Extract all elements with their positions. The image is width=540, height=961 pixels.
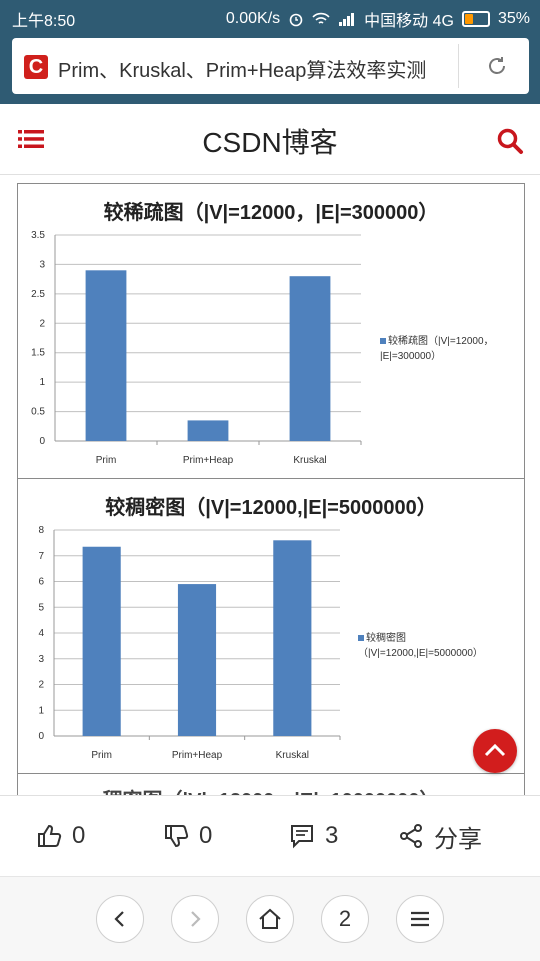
- site-header: CSDN博客: [0, 104, 540, 175]
- browser-nav-bar: 2: [0, 876, 540, 961]
- tab-count: 2: [338, 906, 352, 931]
- battery-percent: 35%: [497, 10, 530, 27]
- menu-button[interactable]: [396, 895, 444, 943]
- chart-next-partial: 稠密图（|V|=12000，|E|=10000000）: [17, 773, 525, 795]
- address-bar[interactable]: C Prim、Kruskal、Prim+Heap算法效率实测: [12, 38, 529, 94]
- status-bar: 上午8:50 0.00K/s 中国移动 4G 35%: [0, 0, 540, 32]
- hamburger-icon: [411, 911, 429, 927]
- y-tick-label: 4: [38, 628, 44, 639]
- x-tick-label: Prim+Heap: [183, 455, 234, 466]
- chart-title-partial: 稠密图（|V|=12000，|E|=10000000）: [18, 784, 524, 795]
- y-tick-label: 0.5: [31, 407, 45, 418]
- chart-legend: 较稀疏图（|V|=12000， |E|=300000）: [380, 334, 494, 364]
- address-bar-title[interactable]: Prim、Kruskal、Prim+Heap算法效率实测: [58, 54, 453, 83]
- legend-text: 较稠密图: [366, 633, 406, 644]
- legend-swatch: [358, 635, 364, 641]
- comment-icon: [291, 825, 313, 849]
- y-tick-label: 6: [38, 577, 44, 588]
- thumbs-down-icon: [165, 825, 189, 848]
- share-icon: [400, 824, 422, 848]
- y-tick-label: 5: [38, 602, 44, 613]
- x-tick-label: Kruskal: [293, 455, 326, 466]
- legend-text: 较稀疏图（|V|=12000，: [388, 336, 494, 347]
- chart-plot: 0 1 2 3 4 5 6 7 8 Prim Prim+Heap Kruskal: [38, 525, 341, 761]
- chevron-right-icon: [191, 911, 201, 927]
- chart-sparse-graph: 较稀疏图（|V|=12000， |E|=300000） 0 0.5 1 1.5 2 2.5 3…: [17, 183, 525, 479]
- thumbs-up-icon: [38, 824, 62, 847]
- legend-line-1: 较稀疏图（|V|=12000，: [380, 334, 494, 349]
- scroll-to-top-button[interactable]: [473, 729, 517, 773]
- x-tick-label: Prim: [96, 455, 117, 466]
- y-tick-label: 3: [38, 654, 44, 665]
- y-tick-label: 8: [38, 525, 44, 536]
- forward-button[interactable]: [171, 895, 219, 943]
- dislike-count: 0: [199, 822, 213, 849]
- chart-legend: 较稠密图 （|V|=12000,|E|=5000000）: [358, 631, 483, 661]
- status-right: 0.00K/s 中国移动 4G 35%: [226, 7, 530, 31]
- y-tick-label: 2: [39, 318, 45, 329]
- like-button[interactable]: 0: [36, 820, 85, 852]
- share-label: 分享: [434, 825, 482, 853]
- chevron-up-icon: [484, 743, 506, 757]
- site-title: CSDN博客: [202, 127, 338, 158]
- y-tick-label: 2: [38, 680, 44, 691]
- y-tick-label: 1: [39, 377, 45, 388]
- bar: [85, 270, 127, 441]
- carrier-label: 中国移动 4G: [364, 13, 454, 30]
- x-tick-label: Kruskal: [276, 750, 309, 761]
- comment-count: 3: [325, 822, 339, 849]
- bar: [177, 584, 217, 736]
- bar: [82, 546, 121, 736]
- legend-line-2: |E|=300000）: [380, 351, 442, 362]
- battery-icon: [461, 11, 490, 27]
- alarm-icon: [289, 13, 303, 27]
- x-tick-label: Prim: [91, 750, 112, 761]
- chevron-left-icon: [114, 911, 124, 927]
- browser-toolbar: C Prim、Kruskal、Prim+Heap算法效率实测: [0, 32, 540, 104]
- legend-line-2: （|V|=12000,|E|=5000000）: [358, 648, 483, 659]
- home-icon: [259, 908, 281, 929]
- wifi-icon: [312, 12, 330, 24]
- y-tick-label: 3.5: [31, 230, 45, 241]
- search-icon[interactable]: [496, 127, 524, 155]
- share-button[interactable]: 分享: [398, 820, 482, 853]
- address-divider: [458, 44, 459, 88]
- csdn-logo-icon: C: [24, 55, 48, 79]
- y-tick-label: 3: [39, 259, 45, 270]
- comment-button[interactable]: 3: [289, 820, 338, 852]
- bar: [289, 276, 331, 441]
- dislike-button[interactable]: 0: [163, 820, 212, 852]
- article-content: 较稀疏图（|V|=12000， |E|=300000） 0 0.5 1 1.5 2 2.5 3…: [0, 175, 540, 795]
- reload-icon[interactable]: [485, 54, 509, 78]
- y-tick-label: 1.5: [31, 348, 45, 359]
- status-time: 上午8:50: [12, 13, 76, 30]
- y-tick-label: 0: [38, 731, 44, 742]
- legend-line-1: 较稠密图: [358, 631, 483, 646]
- y-tick-label: 2.5: [31, 289, 45, 300]
- home-button[interactable]: [246, 895, 294, 943]
- article-action-bar: 0 0 3 分享: [0, 795, 540, 876]
- chart-plot: 0 0.5 1 1.5 2 2.5 3 3.5 Prim Prim+Heap Kruskal: [31, 230, 362, 466]
- tabs-button[interactable]: 2: [321, 895, 369, 943]
- x-tick-label: Prim+Heap: [172, 750, 223, 761]
- y-tick-label: 0: [39, 436, 45, 447]
- bar: [273, 540, 312, 736]
- chart-dense-graph: 较稠密图 （|V|=12000,|E|=5000000） 0 1 2 3 4 5 6 7 8 Pri…: [17, 478, 525, 774]
- y-tick-label: 1: [38, 705, 44, 716]
- signal-icon: [339, 13, 355, 26]
- like-count: 0: [72, 822, 86, 849]
- legend-swatch: [380, 338, 386, 344]
- bar: [187, 420, 229, 441]
- y-tick-label: 7: [38, 551, 44, 562]
- back-button[interactable]: [96, 895, 144, 943]
- network-speed: 0.00K/s: [225, 10, 281, 27]
